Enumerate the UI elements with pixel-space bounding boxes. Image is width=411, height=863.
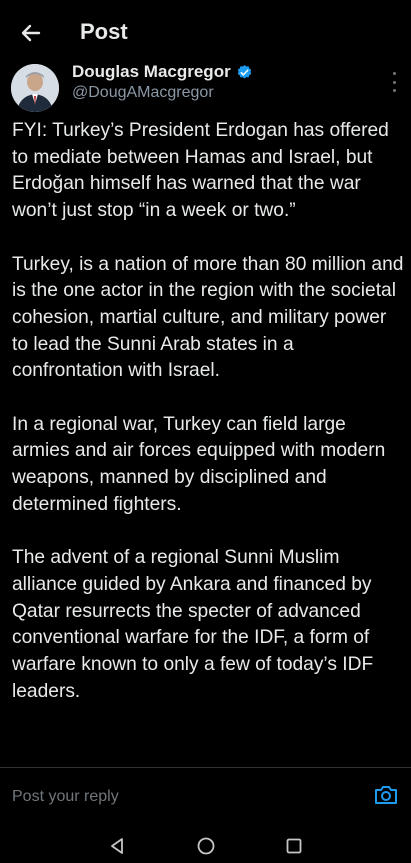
reply-input[interactable]: Post your reply <box>12 788 119 806</box>
nav-recents-icon[interactable] <box>284 836 304 856</box>
post-paragraph: The advent of a regional Sunni Muslim al… <box>12 547 374 702</box>
author-handle[interactable]: @DougAMacgregor <box>72 84 214 102</box>
post-paragraph: In a regional war, Turkey can field larg… <box>12 413 386 515</box>
top-bar: Post <box>0 0 411 62</box>
author-name-row[interactable]: Douglas Macgregor <box>72 62 253 82</box>
more-options-icon[interactable] <box>390 72 398 92</box>
back-arrow-icon[interactable] <box>18 20 44 46</box>
post-text: FYI: Turkey’s President Erdogan has offe… <box>12 118 404 732</box>
camera-icon[interactable] <box>373 783 399 807</box>
nav-back-icon[interactable] <box>107 836 127 856</box>
post-paragraph: FYI: Turkey’s President Erdogan has offe… <box>12 120 389 222</box>
verified-badge-icon <box>236 64 253 81</box>
avatar[interactable] <box>11 64 59 112</box>
system-nav-bar <box>0 826 411 863</box>
reply-bar: Post your reply <box>0 768 411 820</box>
nav-home-icon[interactable] <box>196 836 216 856</box>
author-name[interactable]: Douglas Macgregor <box>72 62 231 82</box>
post-paragraph: Turkey, is a nation of more than 80 mill… <box>12 253 404 382</box>
page-title: Post <box>80 19 128 44</box>
